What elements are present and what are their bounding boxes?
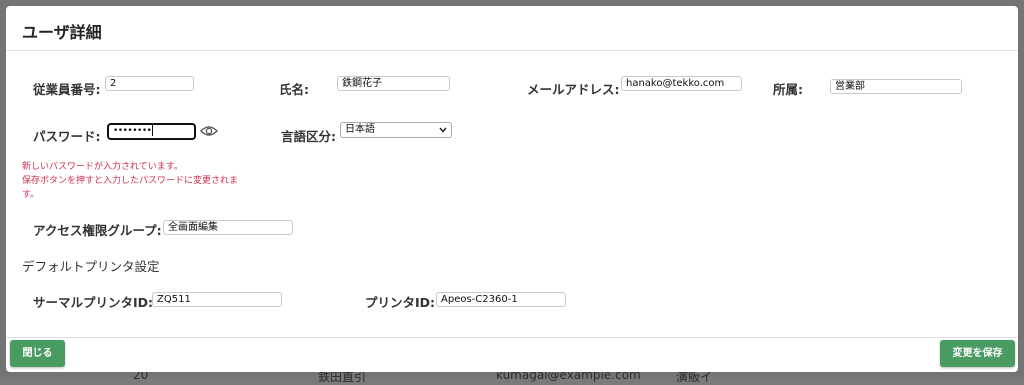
printer-section-title: デフォルトプリンタ設定 [22, 259, 160, 274]
language-label: 言語区分: [281, 129, 336, 144]
language-select-value: 日本語 [345, 124, 375, 135]
eye-icon[interactable] [200, 123, 218, 137]
printer-id-label: プリンタID: [365, 295, 436, 310]
name-input[interactable]: 鉄鋼花子 [337, 76, 450, 91]
language-select[interactable]: 日本語 [340, 122, 452, 138]
printer-id-input[interactable]: Apeos-C2360-1 [436, 292, 566, 307]
text-caret [152, 125, 154, 136]
modal-header: ユーザ詳細 [6, 6, 1018, 51]
password-warning-line-3: す。 [22, 190, 40, 200]
password-input[interactable]: •••••••• [107, 123, 196, 140]
email-label: メールアドレス: [527, 82, 620, 97]
employee-no-label: 従業員番号: [33, 82, 101, 97]
password-label: パスワード: [33, 129, 101, 144]
email-input[interactable]: hanako@tekko.com [621, 76, 742, 91]
thermal-printer-input[interactable]: ZQ511 [152, 292, 282, 307]
password-warning-line-1: 新しいパスワードが入力されています。 [22, 162, 183, 172]
department-label: 所属: [773, 82, 803, 97]
thermal-printer-label: サーマルプリンタID: [33, 295, 154, 310]
user-detail-modal: ユーザ詳細 従業員番号: 2 氏名: 鉄鋼花子 メールアドレス: hanako@… [6, 6, 1018, 372]
name-label: 氏名: [279, 82, 309, 97]
close-button[interactable]: 閉じる [10, 340, 65, 367]
access-group-label: アクセス権限グループ: [33, 223, 162, 238]
employee-no-input[interactable]: 2 [105, 76, 194, 91]
password-masked-value: •••••••• [113, 126, 152, 136]
modal-title: ユーザ詳細 [22, 23, 102, 42]
save-changes-button[interactable]: 変更を保存 [940, 340, 1015, 367]
password-warning-line-2: 保存ボタンを押すと入力したパスワードに変更されま [22, 176, 239, 186]
modal-footer [6, 337, 1018, 372]
chevron-down-icon [438, 124, 448, 136]
access-group-input[interactable]: 全画面編集 [163, 220, 293, 235]
department-input[interactable]: 営業部 [830, 79, 962, 94]
